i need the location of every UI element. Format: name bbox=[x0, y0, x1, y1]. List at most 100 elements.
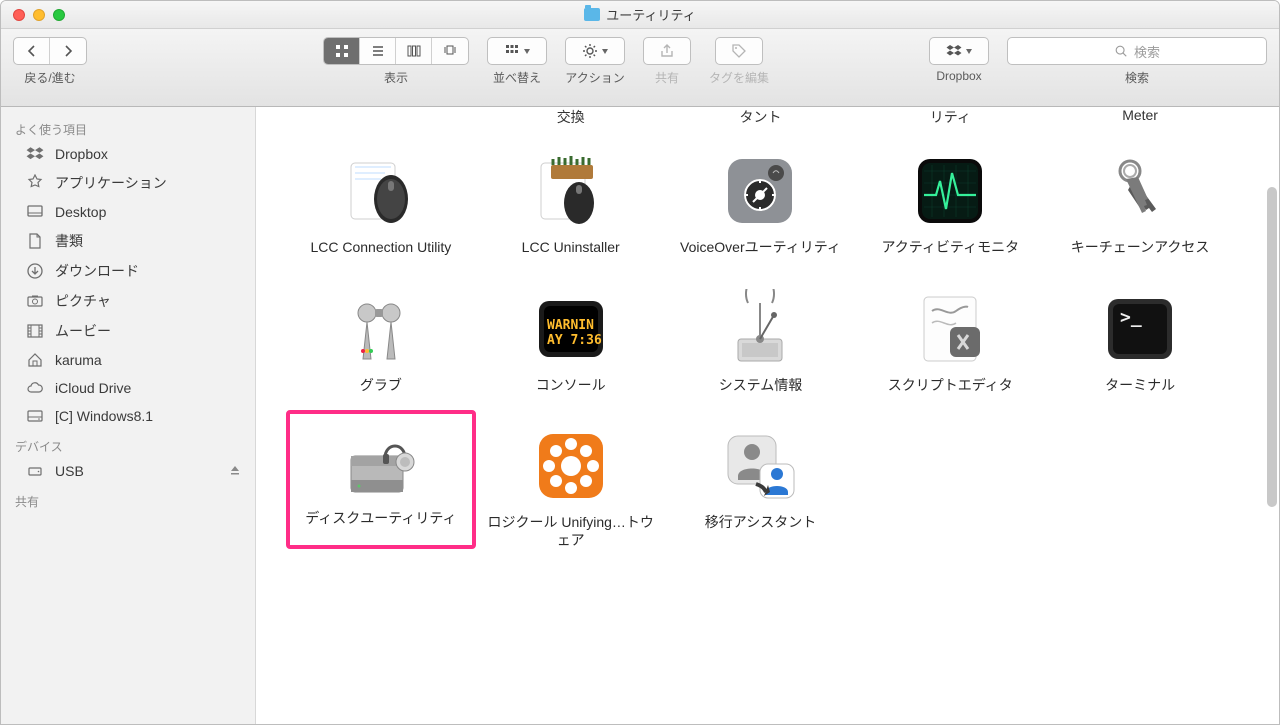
view-coverflow-button[interactable] bbox=[432, 38, 468, 64]
view-icon-button[interactable] bbox=[324, 38, 360, 64]
columns-icon bbox=[406, 43, 422, 59]
action-label: アクション bbox=[565, 69, 624, 86]
sidebar-item-movies[interactable]: ムービー bbox=[1, 316, 255, 346]
arrange-button[interactable] bbox=[487, 37, 547, 65]
search-input[interactable]: 検索 bbox=[1007, 37, 1267, 65]
logitech-icon bbox=[529, 424, 613, 508]
sidebar-section-devices: デバイス bbox=[1, 430, 255, 457]
scrollbar[interactable] bbox=[1267, 187, 1277, 507]
app-lcc-connection[interactable]: LCC Connection Utility bbox=[286, 135, 476, 257]
app-keychain[interactable]: キーチェーンアクセス bbox=[1045, 135, 1235, 257]
sidebar-item-icloud[interactable]: iCloud Drive bbox=[1, 374, 255, 402]
disk-icon bbox=[25, 462, 45, 480]
nav-label: 戻る/進む bbox=[24, 69, 75, 86]
action-button[interactable] bbox=[565, 37, 625, 65]
dropbox-button[interactable] bbox=[929, 37, 989, 65]
view-column-button[interactable] bbox=[396, 38, 432, 64]
sidebar-item-dropbox[interactable]: Dropbox bbox=[1, 140, 255, 168]
sidebar-section-favorites: よく使う項目 bbox=[1, 113, 255, 140]
app-label: 移行アシスタント bbox=[705, 514, 816, 532]
share-group: 共有 bbox=[643, 37, 691, 86]
svg-text:>_: >_ bbox=[1120, 307, 1142, 328]
sidebar-item-label: ピクチャ bbox=[55, 291, 111, 311]
voiceover-icon bbox=[718, 149, 802, 233]
svg-text:WARNIN: WARNIN bbox=[547, 318, 594, 333]
app-label: ターミナル bbox=[1105, 377, 1175, 395]
app-grab[interactable]: グラブ bbox=[286, 273, 476, 395]
downloads-icon bbox=[25, 262, 45, 280]
sidebar-item-label: USB bbox=[55, 463, 84, 479]
app-label: LCC Uninstaller bbox=[522, 239, 620, 257]
view-list-button[interactable] bbox=[360, 38, 396, 64]
sidebar-item-pictures[interactable]: ピクチャ bbox=[1, 286, 255, 316]
sidebar-item-usb[interactable]: USB bbox=[1, 457, 255, 485]
app-disk-utility[interactable]: ディスクユーティリティ bbox=[286, 410, 476, 549]
body: よく使う項目 Dropbox アプリケーション Desktop 書類 ダウンロー… bbox=[1, 107, 1279, 724]
app-terminal[interactable]: >_ ターミナル bbox=[1045, 273, 1235, 395]
app-label: ロジクール Unifying…トウェア bbox=[486, 514, 656, 549]
console-icon: WARNINAY 7:36 bbox=[529, 287, 613, 371]
sidebar-item-desktop[interactable]: Desktop bbox=[1, 198, 255, 226]
tags-group: タグを編集 bbox=[709, 37, 769, 86]
partial-label: Meter bbox=[1045, 107, 1235, 135]
window-title: ユーティリティ bbox=[1, 5, 1279, 24]
chevron-right-icon bbox=[60, 43, 76, 59]
disk-utility-icon bbox=[339, 420, 423, 504]
sidebar-item-applications[interactable]: アプリケーション bbox=[1, 168, 255, 198]
sidebar-item-home[interactable]: karuma bbox=[1, 346, 255, 374]
sidebar-item-label: [C] Windows8.1 bbox=[55, 408, 153, 424]
folder-icon bbox=[584, 8, 600, 21]
sidebar-item-label: karuma bbox=[55, 352, 102, 368]
tag-icon bbox=[731, 43, 747, 59]
documents-icon bbox=[25, 232, 45, 250]
forward-button[interactable] bbox=[50, 38, 86, 64]
system-info-icon bbox=[718, 287, 802, 371]
search-group: 検索 検索 bbox=[1007, 37, 1267, 86]
app-label: VoiceOverユーティリティ bbox=[680, 239, 841, 257]
script-editor-icon bbox=[908, 287, 992, 371]
share-button[interactable] bbox=[643, 37, 691, 65]
app-label: グラブ bbox=[360, 377, 402, 395]
sidebar-item-downloads[interactable]: ダウンロード bbox=[1, 256, 255, 286]
app-activity-monitor[interactable]: アクティビティモニタ bbox=[855, 135, 1045, 257]
chevron-down-icon bbox=[524, 49, 530, 54]
movies-icon bbox=[25, 322, 45, 340]
close-button[interactable] bbox=[13, 9, 25, 21]
app-migration-assistant[interactable]: 移行アシスタント bbox=[666, 410, 856, 549]
app-console[interactable]: WARNINAY 7:36 コンソール bbox=[476, 273, 666, 395]
share-icon bbox=[659, 43, 675, 59]
sidebar-item-label: アプリケーション bbox=[55, 173, 167, 193]
eject-icon[interactable] bbox=[229, 463, 241, 479]
sidebar-item-documents[interactable]: 書類 bbox=[1, 226, 255, 256]
gear-icon bbox=[582, 43, 598, 59]
sidebar-item-label: 書類 bbox=[55, 231, 83, 251]
dropbox-icon bbox=[25, 145, 45, 163]
mouse-icon bbox=[339, 149, 423, 233]
applications-icon bbox=[25, 174, 45, 192]
dropbox-group: Dropbox bbox=[929, 37, 989, 83]
app-label: スクリプトエディタ bbox=[888, 377, 1013, 395]
desktop-icon bbox=[25, 203, 45, 221]
app-lcc-uninstaller[interactable]: LCC Uninstaller bbox=[476, 135, 666, 257]
app-voiceover[interactable]: VoiceOverユーティリティ bbox=[666, 135, 856, 257]
sidebar: よく使う項目 Dropbox アプリケーション Desktop 書類 ダウンロー… bbox=[1, 107, 256, 724]
partial-row: 交換 タント リティ Meter bbox=[256, 107, 1265, 135]
back-button[interactable] bbox=[14, 38, 50, 64]
view-label: 表示 bbox=[384, 69, 408, 86]
icon-grid: LCC Connection Utility LCC Uninstaller V… bbox=[256, 135, 1265, 569]
zoom-button[interactable] bbox=[53, 9, 65, 21]
pictures-icon bbox=[25, 292, 45, 310]
app-logitech-unifying[interactable]: ロジクール Unifying…トウェア bbox=[476, 410, 666, 549]
app-system-info[interactable]: システム情報 bbox=[666, 273, 856, 395]
drive-icon bbox=[25, 407, 45, 425]
minimize-button[interactable] bbox=[33, 9, 45, 21]
sidebar-item-windows[interactable]: [C] Windows8.1 bbox=[1, 402, 255, 430]
coverflow-icon bbox=[442, 43, 458, 59]
partial-label: リティ bbox=[855, 107, 1045, 135]
tags-button[interactable] bbox=[715, 37, 763, 65]
app-script-editor[interactable]: スクリプトエディタ bbox=[855, 273, 1045, 395]
sidebar-section-shared: 共有 bbox=[1, 485, 255, 512]
grid-icon bbox=[334, 43, 350, 59]
search-label: 検索 bbox=[1125, 69, 1149, 86]
content-area: 交換 タント リティ Meter LCC Connection Utility bbox=[256, 107, 1279, 724]
